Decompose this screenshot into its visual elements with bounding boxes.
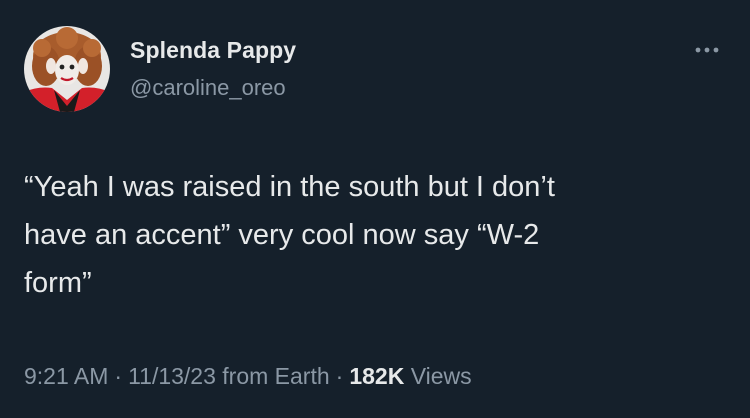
- tweet-source: from Earth: [222, 363, 330, 389]
- tweet-time[interactable]: 9:21 AM: [24, 363, 108, 389]
- author-handle[interactable]: @caroline_oreo: [130, 75, 286, 101]
- views-count[interactable]: 182K: [349, 363, 404, 389]
- tweet-text-line: form”: [24, 267, 92, 299]
- tweet-date[interactable]: 11/13/23: [128, 363, 216, 389]
- tweet-text-line: have an accent” very cool now say “W-2: [24, 219, 540, 251]
- avatar[interactable]: [24, 26, 110, 112]
- author-display-name[interactable]: Splenda Pappy: [130, 37, 296, 64]
- tweet-text: “Yeah I was raised in the south but I do…: [24, 163, 714, 307]
- tweet-meta: 9:21 AM · 11/13/23 from Earth · 182K Views: [24, 363, 472, 390]
- views-label[interactable]: Views: [411, 363, 472, 389]
- more-options-button[interactable]: [690, 42, 724, 58]
- more-horizontal-icon: [695, 47, 719, 53]
- user-avatar-photo-icon: [24, 26, 110, 112]
- tweet-text-line: “Yeah I was raised in the south but I do…: [24, 171, 555, 203]
- meta-separator: ·: [335, 363, 344, 389]
- tweet-card: Splenda Pappy @caroline_oreo “Yeah I was…: [0, 0, 750, 418]
- meta-separator: ·: [114, 363, 123, 389]
